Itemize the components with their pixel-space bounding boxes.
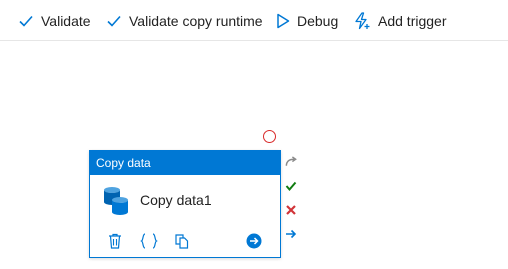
validate-button[interactable]: Validate (18, 0, 91, 41)
play-icon (276, 13, 290, 29)
checkmark-icon (106, 13, 122, 29)
debug-label: Debug (297, 12, 339, 29)
add-trigger-button[interactable]: Add trigger (353, 0, 446, 41)
arrow-right-icon[interactable] (285, 228, 297, 240)
database-icon (102, 185, 132, 222)
validate-copy-runtime-button[interactable]: Validate copy runtime (106, 0, 263, 41)
validate-label: Validate (41, 12, 91, 29)
copy-icon[interactable] (174, 233, 190, 249)
validate-copy-runtime-label: Validate copy runtime (129, 12, 263, 29)
activity-name: Copy data1 (140, 192, 212, 208)
activity-type-header: Copy data (90, 151, 280, 175)
pipeline-toolbar: Validate Validate copy runtime Debug Add… (0, 0, 508, 41)
lightning-plus-icon (353, 11, 371, 30)
copy-data-activity[interactable]: Copy data Copy data1 (89, 150, 281, 258)
arrow-right-circle-icon[interactable] (246, 233, 262, 249)
check-icon[interactable] (285, 180, 297, 192)
add-trigger-label: Add trigger (378, 12, 447, 29)
trash-icon[interactable] (107, 233, 123, 249)
braces-icon[interactable] (139, 233, 159, 249)
redo-arrow-icon[interactable] (285, 156, 297, 168)
activity-body: Copy data1 (90, 175, 280, 257)
debug-button[interactable]: Debug (276, 0, 338, 41)
error-indicator-circle[interactable] (263, 130, 276, 143)
x-icon[interactable] (285, 204, 297, 216)
checkmark-icon (18, 13, 34, 29)
